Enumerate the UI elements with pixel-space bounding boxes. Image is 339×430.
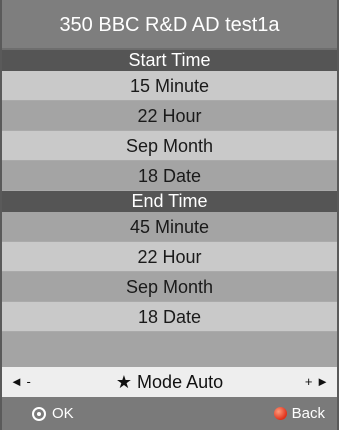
start-month-row[interactable]: Sep Month (2, 131, 337, 161)
end-date-row[interactable]: 18 Date (2, 302, 337, 332)
star-icon: ★ (115, 372, 133, 392)
start-hour-row[interactable]: 22 Hour (2, 101, 337, 131)
mode-selector[interactable]: ◄ - ★ Mode Auto + ► (2, 367, 337, 397)
programme-title: 350 BBC R&D AD test1a (2, 0, 337, 50)
red-button-icon (273, 407, 287, 420)
end-hour-row[interactable]: 22 Hour (2, 242, 337, 272)
back-label: Back (291, 405, 325, 422)
mode-label: Mode Auto (137, 372, 224, 392)
ok-hint[interactable]: OK (32, 405, 74, 422)
start-minute-row[interactable]: 15 Minute (2, 71, 337, 101)
increase-mode-control[interactable]: + ► (305, 367, 329, 397)
ok-label: OK (52, 405, 74, 422)
start-date-row[interactable]: 18 Date (2, 161, 337, 191)
footer-hints: OK Back (2, 397, 337, 430)
end-month-row[interactable]: Sep Month (2, 272, 337, 302)
timer-edit-screen: 350 BBC R&D AD test1a Start Time 15 Minu… (0, 0, 339, 430)
start-time-header: Start Time (2, 50, 337, 71)
ok-circle-icon (32, 406, 46, 421)
end-minute-row[interactable]: 45 Minute (2, 212, 337, 242)
back-hint[interactable]: Back (273, 405, 325, 422)
mode-label-wrap: ★ Mode Auto (2, 367, 337, 397)
end-time-header: End Time (2, 191, 337, 212)
spacer-row (2, 332, 337, 367)
